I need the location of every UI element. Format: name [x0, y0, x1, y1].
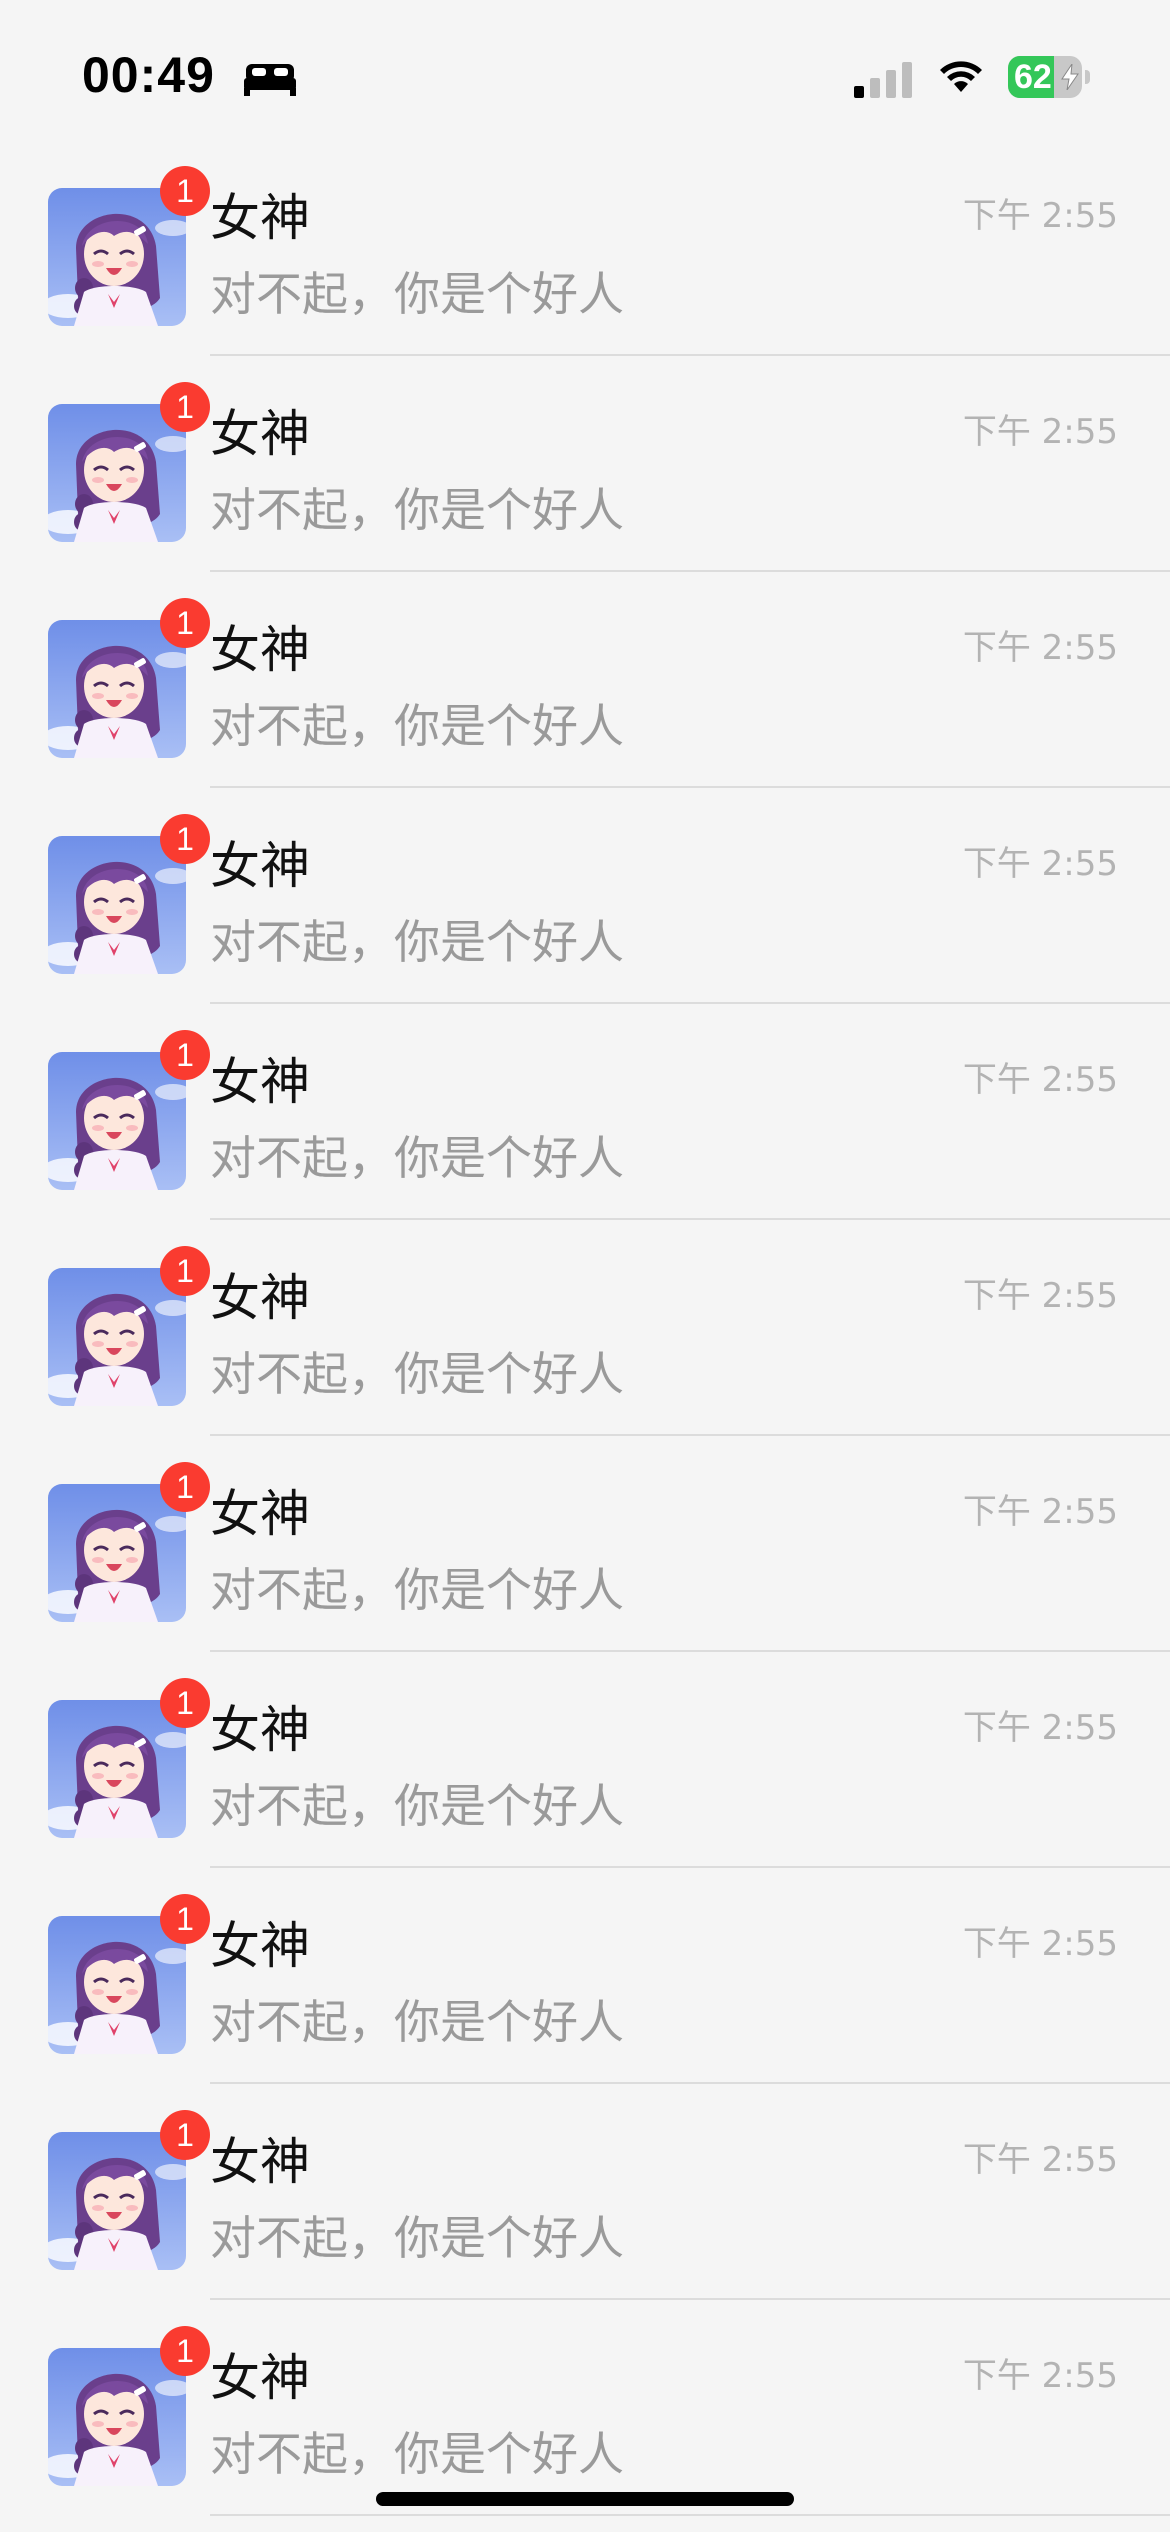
- message-time: 下午 2:55: [962, 2356, 1118, 2396]
- chat-row[interactable]: 1 女神 下午 2:55 对不起，你是个好人: [0, 1220, 1170, 1436]
- contact-name: 女神: [210, 1269, 310, 1327]
- unread-badge: 1: [160, 2326, 210, 2376]
- contact-name: 女神: [210, 1701, 310, 1759]
- avatar-container: 1: [48, 2110, 210, 2270]
- avatar-container: 1: [48, 1462, 210, 1622]
- avatar: [48, 620, 186, 758]
- row-divider: [210, 2514, 1170, 2516]
- charging-bolt-icon: [1061, 64, 1079, 90]
- avatar: [48, 1052, 186, 1190]
- avatar-container: 1: [48, 814, 210, 974]
- avatar: [48, 404, 186, 542]
- chat-row[interactable]: 1 女神 下午 2:55 对不起，你是个好人: [0, 2084, 1170, 2300]
- message-preview: 对不起，你是个好人: [210, 1131, 624, 1185]
- message-preview: 对不起，你是个好人: [210, 1995, 624, 2049]
- contact-name: 女神: [210, 1053, 310, 1111]
- avatar-container: 1: [48, 1030, 210, 1190]
- chat-row[interactable]: 1 女神 下午 2:55 对不起，你是个好人: [0, 1868, 1170, 2084]
- avatar: [48, 188, 186, 326]
- unread-badge: 1: [160, 1462, 210, 1512]
- battery-body: 62: [1008, 56, 1082, 98]
- avatar: [48, 1484, 186, 1622]
- contact-name: 女神: [210, 189, 310, 247]
- message-time: 下午 2:55: [962, 1708, 1118, 1748]
- bed-icon: [244, 64, 296, 96]
- message-time: 下午 2:55: [962, 412, 1118, 452]
- contact-name: 女神: [210, 405, 310, 463]
- avatar-container: 1: [48, 1678, 210, 1838]
- unread-badge: 1: [160, 1030, 210, 1080]
- message-time: 下午 2:55: [962, 628, 1118, 668]
- avatar: [48, 1916, 186, 2054]
- avatar-container: 1: [48, 166, 210, 326]
- avatar: [48, 1268, 186, 1406]
- contact-name: 女神: [210, 837, 310, 895]
- avatar: [48, 836, 186, 974]
- chat-row[interactable]: 1 女神 下午 2:55 对不起，你是个好人: [0, 2300, 1170, 2516]
- unread-badge: 1: [160, 814, 210, 864]
- avatar-container: 1: [48, 2326, 210, 2486]
- contact-name: 女神: [210, 2133, 310, 2191]
- chat-row[interactable]: 1 女神 下午 2:55 对不起，你是个好人: [0, 1436, 1170, 1652]
- message-time: 下午 2:55: [962, 2140, 1118, 2180]
- avatar-container: 1: [48, 598, 210, 758]
- chat-row[interactable]: 1 女神 下午 2:55 对不起，你是个好人: [0, 788, 1170, 1004]
- contact-name: 女神: [210, 621, 310, 679]
- message-time: 下午 2:55: [962, 844, 1118, 884]
- message-time: 下午 2:55: [962, 1276, 1118, 1316]
- status-time: 00:49: [82, 47, 215, 103]
- status-bar: 00:49 62: [0, 0, 1170, 140]
- message-preview: 对不起，你是个好人: [210, 1347, 624, 1401]
- avatar: [48, 2348, 186, 2486]
- contact-name: 女神: [210, 1485, 310, 1543]
- message-preview: 对不起，你是个好人: [210, 915, 624, 969]
- message-preview: 对不起，你是个好人: [210, 2427, 624, 2481]
- message-preview: 对不起，你是个好人: [210, 1779, 624, 1833]
- message-time: 下午 2:55: [962, 1492, 1118, 1532]
- message-preview: 对不起，你是个好人: [210, 2211, 624, 2265]
- chat-row[interactable]: 1 女神 下午 2:55 对不起，你是个好人: [0, 1652, 1170, 1868]
- message-time: 下午 2:55: [962, 196, 1118, 236]
- avatar-container: 1: [48, 382, 210, 542]
- unread-badge: 1: [160, 598, 210, 648]
- message-preview: 对不起，你是个好人: [210, 483, 624, 537]
- avatar: [48, 1700, 186, 1838]
- contact-name: 女神: [210, 1917, 310, 1975]
- message-time: 下午 2:55: [962, 1924, 1118, 1964]
- battery-indicator: 62: [1008, 56, 1090, 98]
- battery-level: 62: [1014, 58, 1052, 96]
- unread-badge: 1: [160, 1894, 210, 1944]
- wifi-icon: [940, 61, 982, 92]
- chat-row[interactable]: 1 女神 下午 2:55 对不起，你是个好人: [0, 572, 1170, 788]
- unread-badge: 1: [160, 1678, 210, 1728]
- unread-badge: 1: [160, 2110, 210, 2160]
- contact-name: 女神: [210, 2349, 310, 2407]
- chat-list: 1 女神 下午 2:55 对不起，你是个好人 1 女神 下午 2:55 对不起，…: [0, 140, 1170, 2516]
- avatar-container: 1: [48, 1246, 210, 1406]
- battery-cap: [1085, 70, 1090, 84]
- avatar-container: 1: [48, 1894, 210, 2054]
- avatar: [48, 2132, 186, 2270]
- message-preview: 对不起，你是个好人: [210, 1563, 624, 1617]
- chat-row[interactable]: 1 女神 下午 2:55 对不起，你是个好人: [0, 356, 1170, 572]
- message-preview: 对不起，你是个好人: [210, 267, 624, 321]
- home-indicator[interactable]: [376, 2492, 794, 2506]
- unread-badge: 1: [160, 382, 210, 432]
- chat-row[interactable]: 1 女神 下午 2:55 对不起，你是个好人: [0, 140, 1170, 356]
- cellular-signal-icon: [854, 62, 912, 98]
- message-preview: 对不起，你是个好人: [210, 699, 624, 753]
- unread-badge: 1: [160, 1246, 210, 1296]
- chat-row[interactable]: 1 女神 下午 2:55 对不起，你是个好人: [0, 1004, 1170, 1220]
- message-time: 下午 2:55: [962, 1060, 1118, 1100]
- unread-badge: 1: [160, 166, 210, 216]
